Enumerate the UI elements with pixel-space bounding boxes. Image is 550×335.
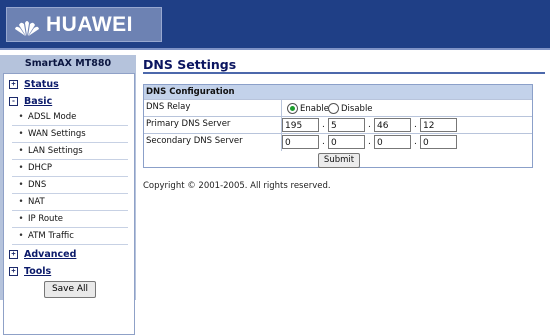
sidebar-item-label: DHCP [28, 163, 52, 173]
ip-separator: . [414, 120, 417, 130]
submit-button[interactable]: Submit [318, 153, 360, 168]
menu-basic-label[interactable]: Basic [24, 96, 52, 107]
enable-radio[interactable] [287, 103, 298, 114]
sidebar-item-label: IP Route [28, 214, 64, 224]
menu-tools[interactable]: + Tools [4, 263, 134, 279]
menu-advanced-label[interactable]: Advanced [24, 249, 76, 260]
secondary-dns-cell: 0 . 0 . 0 . 0 [281, 134, 533, 151]
secondary-octet-2[interactable]: 0 [328, 135, 365, 149]
ip-separator: . [414, 137, 417, 147]
menu-status[interactable]: + Status [4, 76, 134, 92]
menu-tools-label[interactable]: Tools [24, 266, 51, 277]
dns-relay-row: DNS Relay Enable Disable [144, 99, 532, 117]
primary-octet-4[interactable]: 12 [420, 118, 457, 132]
sidebar-item-label: WAN Settings [28, 129, 86, 139]
disable-label: Disable [341, 103, 373, 114]
secondary-dns-row: Secondary DNS Server 0 . 0 . 0 . 0 [144, 133, 532, 151]
ip-separator: . [368, 137, 371, 147]
bullet-icon: • [18, 180, 24, 190]
relay-enable-option[interactable]: Enable [287, 103, 329, 114]
huawei-logo: HUAWEI [6, 7, 162, 42]
secondary-octet-3[interactable]: 0 [374, 135, 411, 149]
secondary-octet-1[interactable]: 0 [282, 135, 319, 149]
sidebar-item-label: ATM Traffic [28, 231, 74, 241]
primary-dns-cell: 195 . 5 . 46 . 12 [281, 117, 533, 134]
menu-advanced[interactable]: + Advanced [4, 246, 134, 262]
sidebar-item-nat[interactable]: • NAT [12, 194, 128, 211]
brand-name: HUAWEI [46, 12, 133, 36]
dns-relay-cell: Enable Disable [281, 100, 533, 117]
title-divider [143, 72, 545, 74]
sidebar-item-lan-settings[interactable]: • LAN Settings [12, 143, 128, 160]
bullet-icon: • [18, 146, 24, 156]
sidebar-item-label: NAT [28, 197, 45, 207]
menu-status-label[interactable]: Status [24, 79, 59, 90]
sidebar-item-dhcp[interactable]: • DHCP [12, 160, 128, 177]
relay-disable-option[interactable]: Disable [328, 103, 373, 114]
page-title: DNS Settings [143, 57, 237, 72]
bullet-icon: • [18, 129, 24, 139]
sidebar-item-label: DNS [28, 180, 47, 190]
primary-dns-label: Primary DNS Server [146, 119, 231, 129]
bullet-icon: • [18, 163, 24, 173]
primary-octet-3[interactable]: 46 [374, 118, 411, 132]
disable-radio[interactable] [328, 103, 339, 114]
panel-title: DNS Configuration [144, 85, 532, 99]
sidebar-item-label: ADSL Mode [28, 112, 77, 122]
bullet-icon: • [18, 231, 24, 241]
ip-separator: . [322, 137, 325, 147]
menu-basic[interactable]: - Basic [4, 93, 134, 109]
primary-dns-row: Primary DNS Server 195 . 5 . 46 . 12 [144, 116, 532, 134]
enable-label: Enable [300, 103, 329, 114]
huawei-petal-icon [15, 20, 39, 36]
primary-octet-1[interactable]: 195 [282, 118, 319, 132]
sidebar-item-label: LAN Settings [28, 146, 83, 156]
expand-icon[interactable]: + [9, 79, 18, 89]
bullet-icon: • [18, 197, 24, 207]
bullet-icon: • [18, 214, 24, 224]
copyright-text: Copyright © 2001-2005. All rights reserv… [143, 181, 331, 191]
secondary-dns-label: Secondary DNS Server [146, 136, 243, 146]
device-model: SmartAX MT880 [0, 55, 136, 73]
secondary-octet-4[interactable]: 0 [420, 135, 457, 149]
save-all-button[interactable]: Save All [44, 281, 96, 298]
sidebar: SmartAX MT880 + Status - Basic • ADSL Mod… [0, 55, 136, 335]
primary-octet-2[interactable]: 5 [328, 118, 365, 132]
ip-separator: . [322, 120, 325, 130]
expand-icon[interactable]: + [9, 266, 18, 276]
ip-separator: . [368, 120, 371, 130]
sidebar-item-wan-settings[interactable]: • WAN Settings [12, 126, 128, 143]
sidebar-item-ip-route[interactable]: • IP Route [12, 211, 128, 228]
bullet-icon: • [18, 112, 24, 122]
sidebar-item-atm-traffic[interactable]: • ATM Traffic [12, 228, 128, 245]
header-bar: HUAWEI [0, 0, 550, 50]
sidebar-item-adsl-mode[interactable]: • ADSL Mode [12, 109, 128, 126]
sidebar-item-dns[interactable]: • DNS [12, 177, 128, 194]
dns-config-panel: DNS Configuration DNS Relay Enable Disab… [143, 84, 533, 168]
collapse-icon[interactable]: - [9, 96, 18, 106]
dns-relay-label: DNS Relay [146, 102, 191, 112]
expand-icon[interactable]: + [9, 249, 18, 259]
